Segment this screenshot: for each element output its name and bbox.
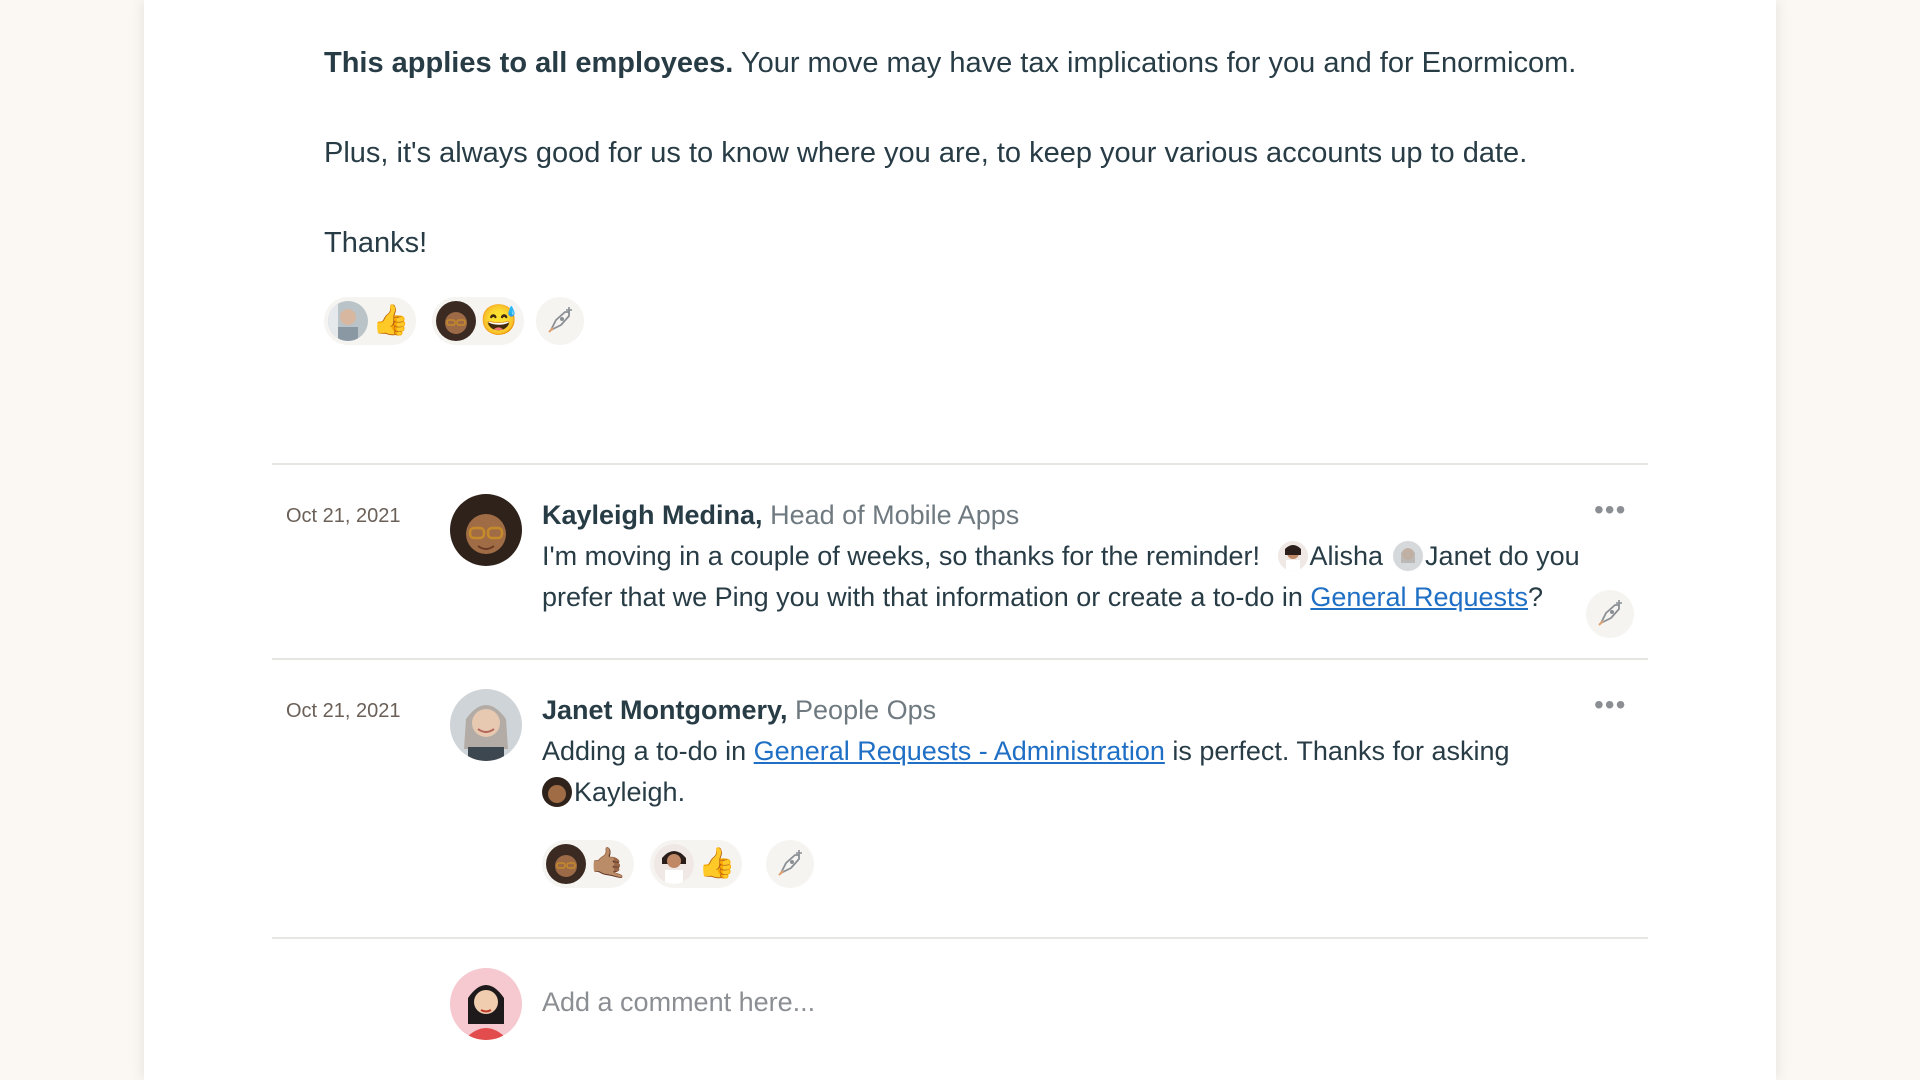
comment-author: Janet Montgomery, People Ops — [542, 695, 936, 726]
comment-author: Kayleigh Medina, Head of Mobile Apps — [542, 500, 1019, 531]
reaction-call-me[interactable]: 🤙🏽 — [542, 840, 634, 888]
rocket-plus-icon — [1598, 600, 1622, 626]
rocket-plus-icon — [548, 307, 572, 333]
author-role: People Ops — [787, 695, 937, 725]
comment-text: is perfect. Thanks for asking — [1164, 736, 1510, 766]
alisha-avatar — [654, 844, 694, 884]
comment-text: I'm moving in a couple of weeks, so than… — [542, 541, 1268, 571]
author-name[interactable]: Janet Montgomery, — [542, 695, 788, 725]
message-paragraph-2: Plus, it's always good for us to know wh… — [324, 137, 1528, 169]
comment-body: Adding a to-do in General Requests - Adm… — [542, 731, 1602, 813]
mention-alisha[interactable]: Alisha — [1310, 541, 1384, 571]
thumbs-up-emoji: 👍 — [698, 847, 736, 880]
kayleigh-avatar[interactable] — [450, 494, 522, 566]
divider — [272, 658, 1648, 660]
add-boost-button[interactable] — [1586, 590, 1634, 638]
bold-lead: This applies to all employees. — [324, 47, 734, 79]
kayleigh-avatar — [542, 777, 572, 807]
message-sheet: This applies to all employees. Your move… — [144, 0, 1776, 1080]
janet-avatar — [1393, 541, 1424, 571]
comment-text: Adding a to-do in — [542, 736, 754, 766]
sweat-smile-emoji: 😅 — [480, 304, 518, 337]
author-role: Head of Mobile Apps — [762, 500, 1020, 530]
divider — [272, 937, 1648, 939]
comment-input[interactable]: Add a comment here... — [542, 987, 815, 1018]
reaction-sweat-smile[interactable]: 😅 — [432, 297, 524, 345]
mention-janet[interactable]: Janet — [1425, 541, 1491, 571]
reaction-thumbs-up[interactable]: 👍 — [324, 297, 416, 345]
comment-date: Oct 21, 2021 — [286, 700, 401, 722]
message-paragraph-1: This applies to all employees. Your move… — [324, 46, 1576, 81]
thumbs-up-emoji: 👍 — [372, 304, 410, 337]
kayleigh-avatar — [546, 844, 586, 884]
divider — [272, 463, 1648, 465]
comment-date: Oct 21, 2021 — [286, 505, 401, 527]
message-paragraph-3: Thanks! — [324, 227, 428, 259]
comment-body: I'm moving in a couple of weeks, so than… — [542, 536, 1602, 618]
current-user-avatar — [450, 968, 522, 1040]
mention-kayleigh[interactable]: Kayleigh. — [574, 777, 685, 807]
general-requests-administration-link[interactable]: General Requests - Administration — [754, 736, 1165, 766]
add-boost-button[interactable] — [766, 840, 814, 888]
call-me-hand-emoji: 🤙🏽 — [590, 847, 628, 880]
add-boost-button[interactable] — [536, 297, 584, 345]
paragraph-1-rest: Your move may have tax implications for … — [733, 47, 1577, 79]
rocket-plus-icon — [778, 850, 802, 876]
comment-options-button[interactable]: ••• — [1594, 494, 1626, 526]
kayleigh-avatar — [436, 301, 476, 341]
reaction-thumbs-up[interactable]: 👍 — [650, 840, 742, 888]
janet-avatar[interactable] — [450, 689, 522, 761]
author-name[interactable]: Kayleigh Medina, — [542, 500, 763, 530]
comment-text: ? — [1528, 582, 1544, 612]
alisha-avatar — [1277, 541, 1308, 571]
comment-options-button[interactable]: ••• — [1594, 689, 1626, 721]
general-requests-link[interactable]: General Requests — [1310, 582, 1528, 612]
man-avatar — [328, 301, 368, 341]
